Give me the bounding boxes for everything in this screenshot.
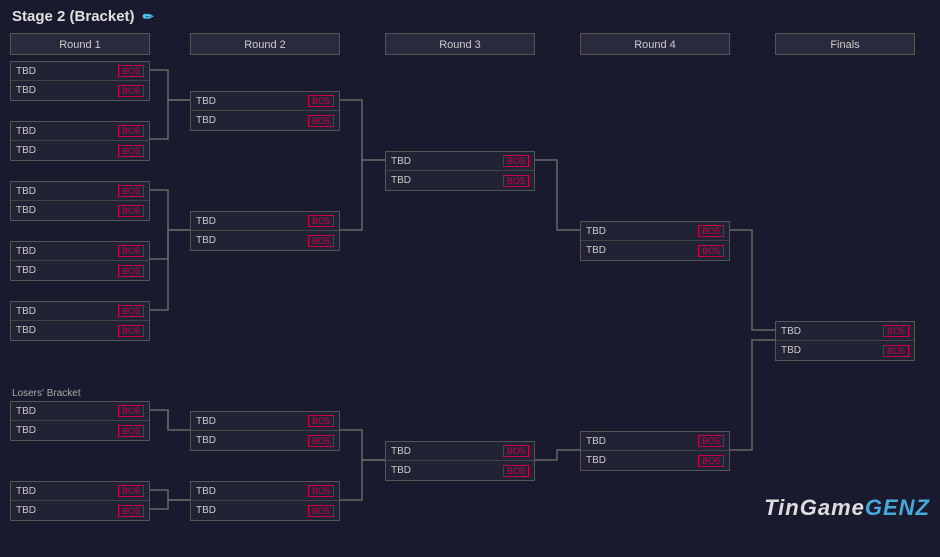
- bracket-wrapper: Round 1 Round 2 Round 3 Round 4 Finals T…: [0, 33, 940, 523]
- match-r1-3: TBD BO5 TBD BO5: [10, 181, 150, 221]
- team-row: TBD BO5: [581, 241, 729, 260]
- match-r1-7: TBD BO5 TBD BO5: [10, 481, 150, 521]
- team-row: TBD BO5: [11, 482, 149, 501]
- connector-r3-1-r4-1: [535, 160, 580, 230]
- match-r2-3: TBD BO5 TBD BO5: [190, 411, 340, 451]
- connector-r1-1-r2-1: [150, 70, 190, 100]
- connector-r1-3-r2-2: [150, 190, 190, 230]
- round2-label: Round 2: [190, 33, 340, 55]
- connector-r2-2-r3-1: [340, 160, 385, 230]
- team-row: TBD BO5: [776, 341, 914, 360]
- connector-r1-7-r2-4: [150, 490, 190, 500]
- team-row: TBD BO5: [11, 81, 149, 100]
- match-r1-4: TBD BO5 TBD BO5: [10, 241, 150, 281]
- team-row: TBD BO5: [581, 451, 729, 470]
- connector-r3-2-r4-2: [535, 450, 580, 460]
- match-r1-2: TBD BO5 TBD BO5: [10, 121, 150, 161]
- connector-r4-2-finals: [730, 340, 775, 450]
- page-title: Stage 2 (Bracket) ✏: [0, 0, 940, 33]
- watermark: TinGameGENZ: [764, 495, 930, 521]
- team-row: TBD BO5: [11, 501, 149, 520]
- round4-label: Round 4: [580, 33, 730, 55]
- match-r2-2: TBD BO5 TBD BO5: [190, 211, 340, 251]
- team-row: TBD BO5: [11, 321, 149, 340]
- connector-r2-4-r3-2: [340, 460, 385, 500]
- team-row: TBD BO5: [11, 242, 149, 261]
- connector-r1-4-r2-2: [150, 230, 190, 259]
- team-row: TBD BO5: [11, 402, 149, 421]
- match-r4-1: TBD BO5 TBD BO5: [580, 221, 730, 261]
- team-row: TBD BO5: [11, 302, 149, 321]
- match-r4-2: TBD BO5 TBD BO5: [580, 431, 730, 471]
- team-row: TBD BO5: [191, 92, 339, 111]
- team-row: TBD BO5: [11, 122, 149, 141]
- team-row: TBD BO5: [776, 322, 914, 341]
- team-row: TBD BO5: [11, 261, 149, 280]
- team-row: TBD BO5: [11, 141, 149, 160]
- connector-r4-1-finals: [730, 230, 775, 330]
- connector-r1-6-r2-3: [150, 410, 190, 430]
- team-row: TBD BO5: [386, 442, 534, 461]
- connector-r1-5-r2-2a: [150, 230, 168, 310]
- team-row: TBD BO5: [386, 152, 534, 171]
- match-r2-4: TBD BO5 TBD BO5: [190, 481, 340, 521]
- team-row: TBD BO5: [581, 222, 729, 241]
- connector-r2-3-r3-2: [340, 430, 385, 460]
- team-row: TBD BO5: [581, 432, 729, 451]
- team-row: TBD BO5: [386, 461, 534, 480]
- team-row: TBD BO5: [11, 62, 149, 81]
- round1-label: Round 1: [10, 33, 150, 55]
- match-r1-6: TBD BO5 TBD BO5: [10, 401, 150, 441]
- connector-r2-1-r3-1: [340, 100, 385, 160]
- team-row: TBD BO5: [191, 501, 339, 520]
- match-r3-2: TBD BO5 TBD BO5: [385, 441, 535, 481]
- team-row: TBD BO5: [191, 111, 339, 130]
- team-row: TBD BO5: [191, 231, 339, 250]
- connector-r1-7b-r2-4: [150, 500, 190, 509]
- team-row: TBD BO5: [191, 412, 339, 431]
- round3-label: Round 3: [385, 33, 535, 55]
- match-r2-1: TBD BO5 TBD BO5: [190, 91, 340, 131]
- team-row: TBD BO5: [386, 171, 534, 190]
- match-r1-5: TBD BO5 TBD BO5: [10, 301, 150, 341]
- match-r3-1: TBD BO5 TBD BO5: [385, 151, 535, 191]
- losers-bracket-label: Losers' Bracket: [12, 388, 81, 399]
- team-row: TBD BO5: [11, 421, 149, 440]
- edit-icon[interactable]: ✏: [143, 9, 154, 25]
- finals-label: Finals: [775, 33, 915, 55]
- team-row: TBD BO5: [191, 212, 339, 231]
- team-row: TBD BO5: [191, 431, 339, 450]
- match-r1-1: TBD BO5 TBD BO5: [10, 61, 150, 101]
- team-row: TBD BO5: [191, 482, 339, 501]
- connector-r1-2-r2-1: [150, 100, 190, 139]
- match-finals-1: TBD BO5 TBD BO5: [775, 321, 915, 361]
- team-row: TBD BO5: [11, 201, 149, 220]
- team-row: TBD BO5: [11, 182, 149, 201]
